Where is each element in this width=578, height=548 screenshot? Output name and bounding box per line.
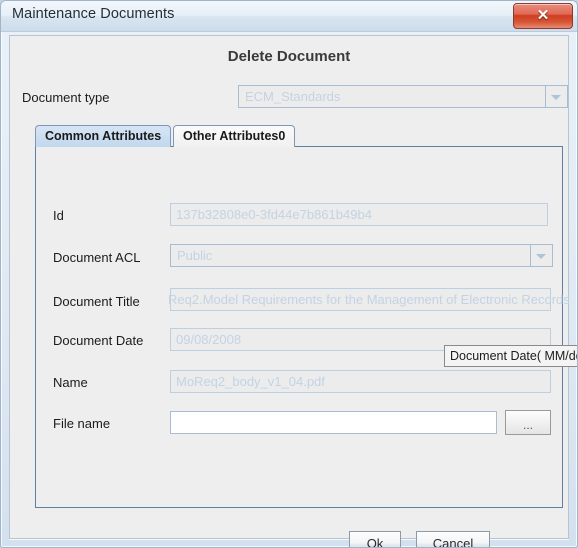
- document-type-dropdown-button[interactable]: [545, 86, 567, 107]
- name-value: MoReq2_body_v1_04.pdf: [176, 374, 325, 389]
- document-acl-dropdown-button[interactable]: [530, 245, 552, 266]
- browse-button[interactable]: ...: [505, 410, 551, 435]
- id-value: 137b32808e0-3fd44e7b861b49b4: [176, 207, 372, 222]
- close-icon: ✕: [536, 7, 550, 24]
- document-type-value: ECM_Standards: [245, 89, 341, 104]
- window-title: Maintenance Documents: [12, 6, 175, 22]
- id-label: Id: [53, 208, 64, 223]
- document-title-value: Req2.Model Requirements for the Manageme…: [168, 292, 570, 307]
- document-date-tooltip: Document Date( MM/dd/yy: [444, 345, 577, 367]
- ok-button[interactable]: Ok: [349, 531, 401, 547]
- chevron-down-icon: [551, 95, 561, 100]
- dialog-content: Delete Document Document type ECM_Standa…: [9, 35, 577, 547]
- page-title: Delete Document: [227, 48, 351, 65]
- name-field[interactable]: MoReq2_body_v1_04.pdf: [170, 370, 551, 393]
- cancel-button[interactable]: Cancel: [416, 531, 490, 547]
- document-date-value: 09/08/2008: [176, 332, 242, 347]
- tab-common-attributes[interactable]: Common Attributes: [35, 125, 172, 147]
- document-type-combobox[interactable]: ECM_Standards: [238, 85, 568, 108]
- chevron-down-icon: [536, 254, 546, 259]
- document-title-label: Document Title: [53, 294, 140, 309]
- document-acl-combobox[interactable]: Public: [170, 244, 553, 267]
- document-acl-label: Document ACL: [53, 250, 141, 265]
- document-title-field[interactable]: Req2.Model Requirements for the Manageme…: [168, 288, 570, 311]
- document-type-label: Document type: [22, 90, 110, 105]
- id-field[interactable]: 137b32808e0-3fd44e7b861b49b4: [170, 203, 548, 226]
- maintenance-documents-window: Maintenance Documents ✕ Delete Document …: [0, 0, 578, 548]
- common-attributes-panel: [35, 146, 563, 508]
- document-acl-value: Public: [177, 248, 213, 263]
- document-date-label: Document Date: [53, 333, 144, 348]
- close-button[interactable]: ✕: [513, 3, 573, 29]
- file-name-input[interactable]: [170, 411, 497, 434]
- title-bar: Maintenance Documents ✕: [1, 1, 577, 32]
- file-name-label: File name: [53, 416, 111, 431]
- tab-other-attributes[interactable]: Other Attributes0: [173, 125, 296, 147]
- name-label: Name: [53, 375, 88, 390]
